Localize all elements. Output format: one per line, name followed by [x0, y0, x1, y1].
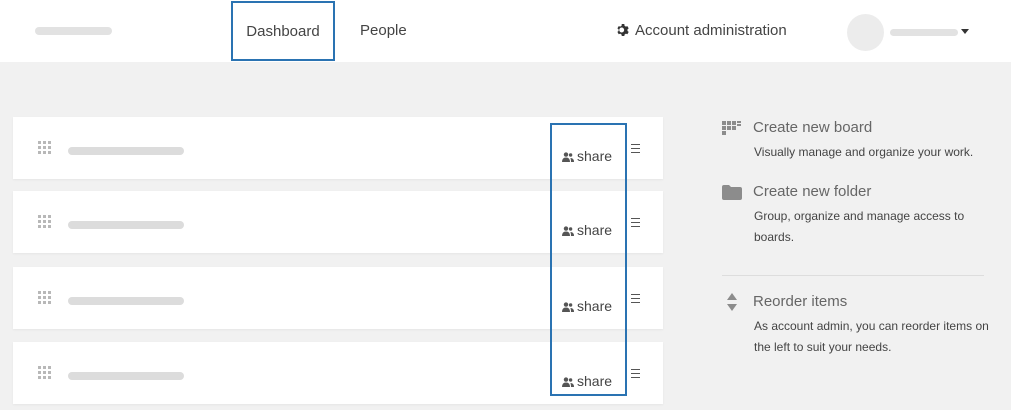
menu-icon-line: [631, 377, 640, 378]
people-icon: [562, 302, 574, 312]
drag-handle-icon[interactable]: [38, 291, 52, 305]
reorder-icon: [727, 293, 737, 311]
drag-handle-dot: [43, 220, 46, 223]
board-name[interactable]: [68, 372, 184, 380]
board-icon: [722, 121, 741, 135]
menu-icon[interactable]: [631, 294, 643, 304]
drag-handle-dot: [43, 225, 46, 228]
drag-handle-dot: [38, 141, 41, 144]
board-row[interactable]: share: [13, 191, 663, 253]
drag-handle-dot: [38, 146, 41, 149]
drag-handle-dot: [38, 220, 41, 223]
logo[interactable]: [35, 27, 112, 35]
board-row[interactable]: share: [13, 267, 663, 329]
nav-people[interactable]: People: [360, 0, 407, 62]
drag-handle-dot: [43, 291, 46, 294]
drag-handle-dot: [38, 225, 41, 228]
drag-handle-dot: [38, 371, 41, 374]
drag-handle-dot: [38, 296, 41, 299]
share-label: share: [577, 148, 613, 164]
nav-dashboard[interactable]: Dashboard: [231, 1, 335, 61]
menu-icon-line: [631, 302, 640, 303]
drag-handle-dot: [38, 301, 41, 304]
drag-handle-dot: [38, 151, 41, 154]
folder-icon: [722, 185, 742, 200]
drag-handle-dot: [48, 301, 51, 304]
menu-icon[interactable]: [631, 369, 643, 379]
top-header: Dashboard People Account administration: [0, 0, 1011, 62]
menu-icon-line: [631, 144, 640, 145]
menu-icon-line: [631, 218, 640, 219]
drag-handle-dot: [48, 225, 51, 228]
board-row[interactable]: share: [13, 117, 663, 179]
nav-account-administration[interactable]: Account administration: [616, 0, 787, 62]
menu-icon[interactable]: [631, 218, 643, 228]
drag-handle-dot: [43, 296, 46, 299]
menu-icon-line: [631, 152, 640, 153]
drag-handle-dot: [43, 366, 46, 369]
drag-handle-icon[interactable]: [38, 215, 52, 229]
share-button[interactable]: share: [562, 147, 612, 165]
board-row[interactable]: share: [13, 342, 663, 404]
share-button[interactable]: share: [562, 297, 612, 315]
drag-handle-dot: [43, 146, 46, 149]
board-name[interactable]: [68, 297, 184, 305]
people-icon: [562, 152, 574, 162]
help-reorder-title: Reorder items: [753, 293, 848, 310]
drag-handle-icon[interactable]: [38, 141, 52, 155]
drag-handle-dot: [43, 301, 46, 304]
menu-icon-line: [631, 222, 640, 223]
drag-handle-dot: [43, 371, 46, 374]
drag-handle-dot: [48, 146, 51, 149]
board-name[interactable]: [68, 147, 184, 155]
share-button[interactable]: share: [562, 221, 612, 239]
user-name[interactable]: [890, 29, 958, 36]
share-label: share: [577, 373, 613, 389]
people-icon: [562, 377, 574, 387]
help-reorder-desc: As account admin, you can reorder items …: [754, 319, 989, 354]
caret-down-icon[interactable]: [961, 29, 969, 34]
drag-handle-dot: [38, 291, 41, 294]
menu-icon-line: [631, 148, 640, 149]
drag-handle-dot: [48, 220, 51, 223]
menu-icon-line: [631, 369, 640, 370]
help-create-board-title[interactable]: Create new board: [753, 119, 872, 136]
drag-handle-dot: [38, 366, 41, 369]
drag-handle-dot: [48, 376, 51, 379]
menu-icon-line: [631, 294, 640, 295]
drag-handle-dot: [43, 215, 46, 218]
drag-handle-dot: [48, 296, 51, 299]
people-icon: [562, 226, 574, 236]
board-name[interactable]: [68, 221, 184, 229]
menu-icon-line: [631, 298, 640, 299]
divider: [722, 275, 984, 276]
drag-handle-dot: [48, 141, 51, 144]
drag-handle-icon[interactable]: [38, 366, 52, 380]
share-label: share: [577, 298, 613, 314]
drag-handle-dot: [43, 141, 46, 144]
help-create-folder-desc: Group, organize and manage access to boa…: [754, 209, 965, 244]
menu-icon-line: [631, 226, 640, 227]
drag-handle-dot: [38, 376, 41, 379]
avatar[interactable]: [847, 14, 884, 51]
drag-handle-dot: [38, 215, 41, 218]
drag-handle-dot: [48, 371, 51, 374]
menu-icon[interactable]: [631, 144, 643, 154]
share-label: share: [577, 222, 613, 238]
drag-handle-dot: [43, 376, 46, 379]
drag-handle-dot: [48, 291, 51, 294]
drag-handle-dot: [48, 215, 51, 218]
help-create-folder-title[interactable]: Create new folder: [753, 183, 871, 200]
help-create-board-desc: Visually manage and organize your work.: [754, 145, 974, 159]
drag-handle-dot: [43, 151, 46, 154]
drag-handle-dot: [48, 366, 51, 369]
share-button[interactable]: share: [562, 372, 612, 390]
nav-account-administration-label: Account administration: [635, 22, 787, 39]
menu-icon-line: [631, 373, 640, 374]
drag-handle-dot: [48, 151, 51, 154]
gear-icon: [617, 23, 629, 37]
